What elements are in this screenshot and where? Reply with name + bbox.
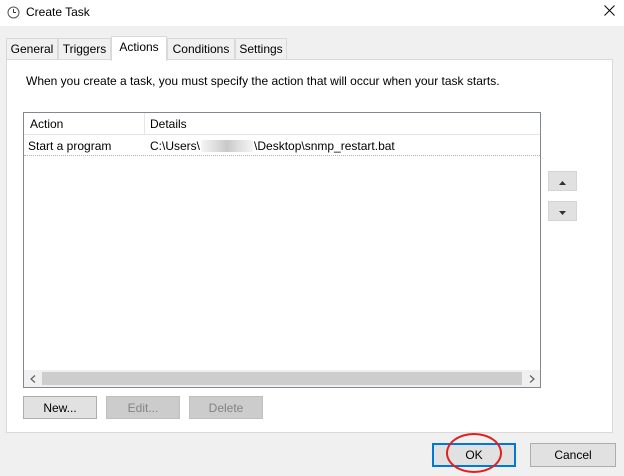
- column-header-action[interactable]: Action: [24, 113, 144, 135]
- clock-icon: [7, 6, 20, 19]
- actions-tab-panel: When you create a task, you must specify…: [6, 59, 613, 433]
- tab-settings[interactable]: Settings: [235, 38, 287, 60]
- actions-list[interactable]: Action Details Start a program C:\Users\…: [23, 112, 541, 388]
- table-row[interactable]: Start a program C:\Users\ \Desktop\snmp_r…: [24, 136, 540, 156]
- chevron-right-icon: [529, 372, 535, 386]
- tab-actions[interactable]: Actions: [111, 36, 167, 61]
- new-action-button[interactable]: New...: [23, 396, 97, 419]
- title-bar: Create Task: [0, 0, 624, 26]
- scroll-right-button[interactable]: [523, 370, 540, 387]
- move-up-button[interactable]: [548, 171, 577, 191]
- create-task-dialog: Create Task General Triggers Actions Con…: [0, 0, 624, 476]
- scroll-left-button[interactable]: [24, 370, 41, 387]
- tab-conditions[interactable]: Conditions: [167, 38, 235, 60]
- triangle-down-icon: [559, 204, 566, 218]
- list-header: Action Details: [24, 113, 540, 135]
- actions-description: When you create a task, you must specify…: [26, 74, 500, 88]
- column-header-details[interactable]: Details: [144, 113, 540, 135]
- horizontal-scrollbar[interactable]: [24, 370, 540, 387]
- cell-details: C:\Users\ \Desktop\snmp_restart.bat: [146, 136, 540, 156]
- triangle-up-icon: [559, 174, 566, 188]
- cell-action: Start a program: [28, 139, 112, 153]
- close-button[interactable]: [594, 0, 624, 24]
- edit-action-button[interactable]: Edit...: [106, 396, 180, 419]
- scroll-thumb[interactable]: [42, 372, 522, 385]
- cancel-button[interactable]: Cancel: [530, 443, 616, 467]
- tab-general[interactable]: General: [6, 38, 58, 60]
- details-prefix: C:\Users\: [150, 139, 201, 153]
- ok-button[interactable]: OK: [432, 443, 516, 467]
- redacted-username: [201, 140, 254, 152]
- window-title: Create Task: [26, 5, 90, 19]
- move-down-button[interactable]: [548, 201, 577, 221]
- delete-action-button[interactable]: Delete: [189, 396, 263, 419]
- close-icon: [603, 5, 615, 19]
- tab-triggers[interactable]: Triggers: [58, 38, 111, 60]
- chevron-left-icon: [29, 372, 36, 386]
- details-suffix: \Desktop\snmp_restart.bat: [254, 139, 395, 153]
